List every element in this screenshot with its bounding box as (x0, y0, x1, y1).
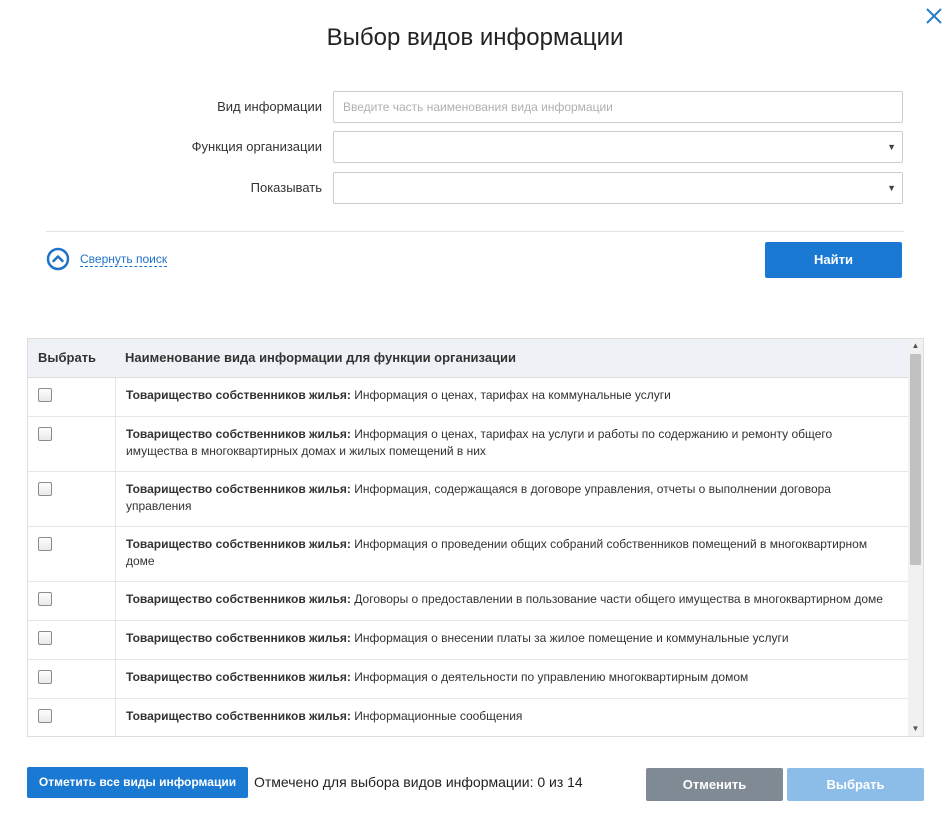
org-function-select[interactable]: ▼ (333, 131, 903, 163)
scrollbar-thumb[interactable] (910, 354, 921, 565)
collapse-search-link[interactable]: Свернуть поиск (80, 252, 168, 267)
info-types-table: Выбрать Наименование вида информации для… (27, 338, 924, 737)
info-type-row: Вид информации (0, 91, 950, 123)
row-checkbox[interactable] (38, 670, 52, 684)
dropdown-arrow-icon: ▼ (887, 142, 896, 152)
table-row: Товарищество собственников жилья: Информ… (28, 699, 908, 736)
row-text: Товарищество собственников жилья: Информ… (126, 427, 833, 458)
table-row: Товарищество собственников жилья: Информ… (28, 527, 908, 582)
show-select[interactable]: ▼ (333, 172, 903, 204)
mark-all-button[interactable]: Отметить все виды информации (27, 767, 248, 798)
row-checkbox[interactable] (38, 388, 52, 402)
info-type-label: Вид информации (217, 99, 322, 114)
scroll-up-icon[interactable]: ▲ (908, 339, 923, 353)
row-checkbox[interactable] (38, 709, 52, 723)
find-button[interactable]: Найти (765, 242, 902, 278)
row-checkbox[interactable] (38, 537, 52, 551)
org-function-row: Функция организации ▼ (0, 131, 950, 163)
table-scrollbar[interactable]: ▲ ▼ (908, 339, 923, 736)
table-row: Товарищество собственников жилья: Информ… (28, 417, 908, 472)
table-row: Товарищество собственников жилья: Информ… (28, 621, 908, 660)
row-checkbox[interactable] (38, 482, 52, 496)
show-row: Показывать ▼ (0, 172, 950, 204)
cancel-button[interactable]: Отменить (646, 768, 783, 801)
table-row: Товарищество собственников жилья: Информ… (28, 472, 908, 527)
table-body: Выбрать Наименование вида информации для… (28, 339, 908, 736)
row-checkbox[interactable] (38, 427, 52, 441)
row-text: Товарищество собственников жилья: Информ… (126, 631, 789, 645)
collapse-search[interactable]: Свернуть поиск (46, 246, 168, 272)
row-text: Товарищество собственников жилья: Информ… (126, 482, 831, 513)
choose-button[interactable]: Выбрать (787, 768, 924, 801)
row-text: Товарищество собственников жилья: Информ… (126, 670, 749, 684)
row-checkbox[interactable] (38, 592, 52, 606)
chevron-up-circle-icon[interactable] (46, 247, 70, 271)
row-text: Товарищество собственников жилья: Информ… (126, 709, 523, 723)
org-function-label: Функция организации (191, 139, 322, 154)
dropdown-arrow-icon: ▼ (887, 183, 896, 193)
table-row: Товарищество собственников жилья: Догово… (28, 582, 908, 621)
row-checkbox[interactable] (38, 631, 52, 645)
row-text: Товарищество собственников жилья: Информ… (126, 388, 671, 402)
scroll-down-icon[interactable]: ▼ (908, 722, 923, 736)
selection-counter: Отмечено для выбора видов информации: 0 … (254, 774, 583, 790)
divider (46, 231, 904, 232)
header-name: Наименование вида информации для функции… (125, 350, 517, 365)
table-header: Выбрать Наименование вида информации для… (28, 339, 908, 378)
show-label: Показывать (250, 180, 322, 195)
row-text: Товарищество собственников жилья: Догово… (126, 592, 883, 606)
dialog-title: Выбор видов информации (326, 24, 624, 51)
table-row: Товарищество собственников жилья: Информ… (28, 378, 908, 417)
header-select: Выбрать (38, 350, 97, 365)
info-type-field[interactable] (333, 91, 903, 123)
row-text: Товарищество собственников жилья: Информ… (126, 537, 868, 568)
table-row: Товарищество собственников жилья: Информ… (28, 660, 908, 699)
info-type-input[interactable] (334, 92, 902, 122)
